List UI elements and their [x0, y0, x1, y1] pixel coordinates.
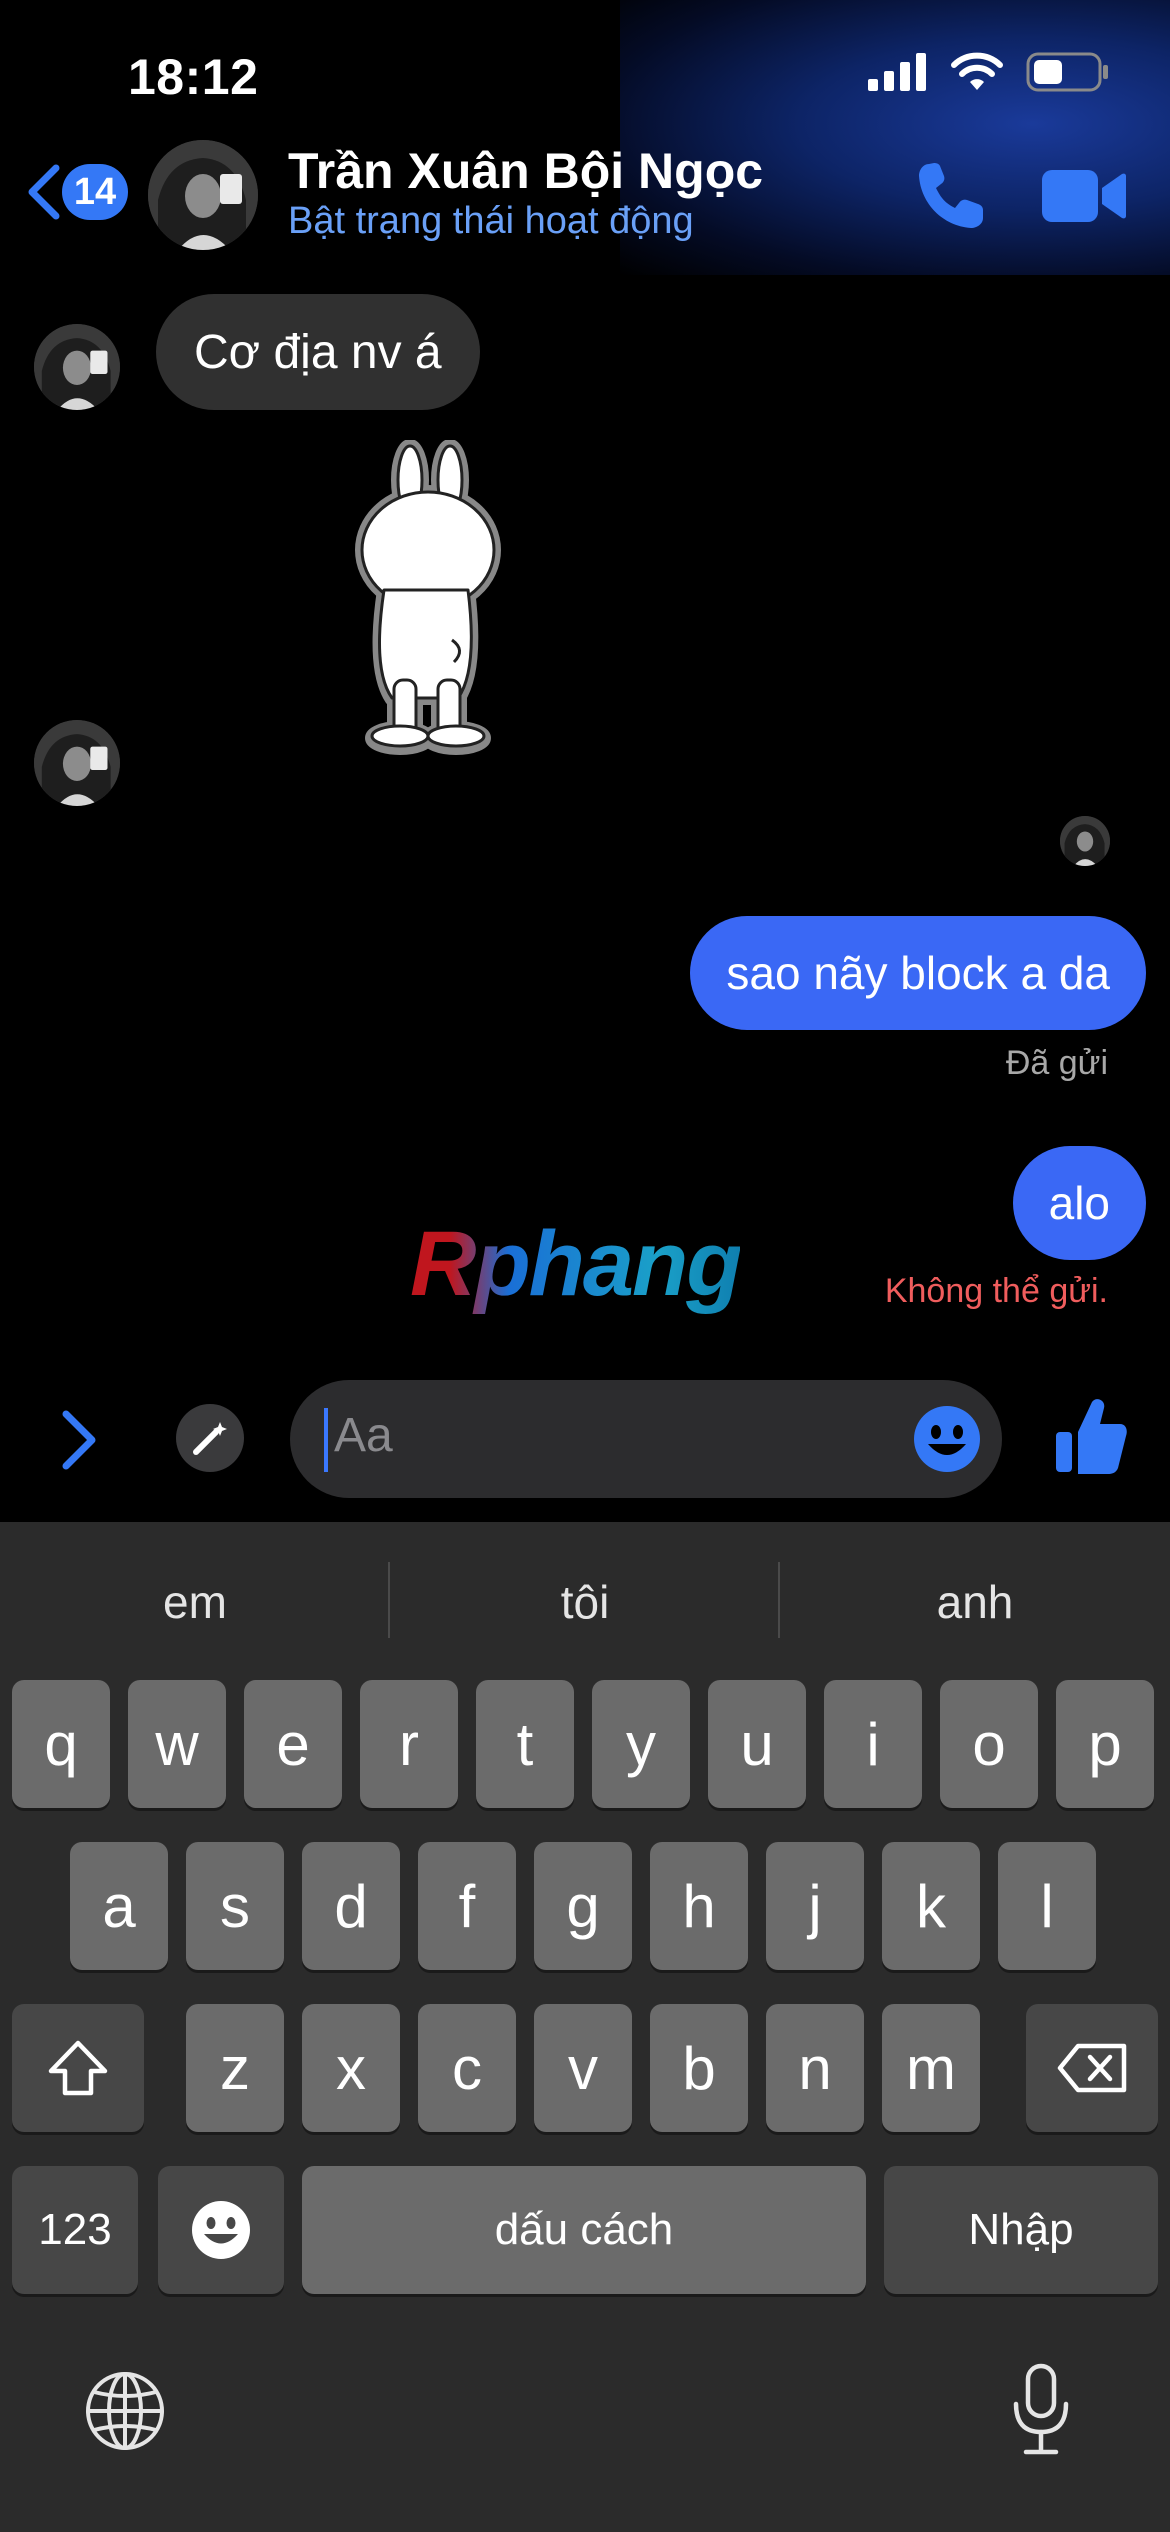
key-m[interactable]: m — [882, 2004, 980, 2132]
outgoing-message-text: alo — [1048, 1177, 1110, 1229]
text-caret — [324, 1408, 328, 1472]
contact-avatar[interactable] — [148, 140, 258, 250]
globe-icon[interactable] — [84, 2370, 166, 2452]
rabbit-sticker[interactable] — [340, 440, 510, 760]
key-s[interactable]: s — [186, 1842, 284, 1970]
battery-icon — [1026, 52, 1108, 92]
outgoing-message-text: sao nãy block a da — [726, 947, 1110, 999]
key-l[interactable]: l — [998, 1842, 1096, 1970]
numbers-key[interactable]: 123 — [12, 2166, 138, 2294]
video-call-icon[interactable] — [1040, 166, 1126, 226]
key-k[interactable]: k — [882, 1842, 980, 1970]
microphone-icon[interactable] — [1010, 2362, 1072, 2458]
key-v[interactable]: v — [534, 2004, 632, 2132]
emoji-keyboard-key[interactable] — [158, 2166, 284, 2294]
message-input[interactable] — [290, 1380, 1002, 1498]
key-g[interactable]: g — [534, 1842, 632, 1970]
shift-key[interactable] — [12, 2004, 144, 2132]
expand-chevron-icon[interactable] — [56, 1408, 100, 1472]
seen-receipt-avatar — [1060, 816, 1110, 866]
key-x[interactable]: x — [302, 2004, 400, 2132]
key-c[interactable]: c — [418, 2004, 516, 2132]
key-t[interactable]: t — [476, 1680, 574, 1808]
key-d[interactable]: d — [302, 1842, 400, 1970]
message-input-placeholder: Aa — [334, 1409, 393, 1462]
key-h[interactable]: h — [650, 1842, 748, 1970]
key-j[interactable]: j — [766, 1842, 864, 1970]
key-o[interactable]: o — [940, 1680, 1038, 1808]
active-status-link[interactable]: Bật trạng thái hoạt động — [288, 200, 694, 243]
header-glow — [620, 0, 1170, 275]
status-icons — [868, 52, 1110, 92]
sender-avatar[interactable] — [34, 720, 120, 806]
magic-edit-button[interactable] — [176, 1404, 244, 1472]
back-chevron-icon[interactable] — [24, 162, 64, 222]
key-z[interactable]: z — [186, 2004, 284, 2132]
status-time: 18:12 — [128, 49, 259, 105]
key-q[interactable]: q — [12, 1680, 110, 1808]
suggestion-1[interactable]: em — [0, 1532, 390, 1672]
key-r[interactable]: r — [360, 1680, 458, 1808]
wifi-icon — [951, 52, 1003, 90]
outgoing-message-bubble[interactable]: sao nãy block a da — [690, 916, 1146, 1030]
suggestion-2[interactable]: tôi — [390, 1532, 780, 1672]
return-key[interactable]: Nhập — [884, 2166, 1158, 2294]
backspace-icon — [1057, 2043, 1127, 2093]
cellular-signal-icon — [868, 53, 926, 91]
contact-name[interactable]: Trần Xuân Bội Ngọc — [288, 142, 763, 200]
key-w[interactable]: w — [128, 1680, 226, 1808]
space-key[interactable]: dấu cách — [302, 2166, 866, 2294]
incoming-message-bubble[interactable]: Cơ địa nv á — [156, 294, 480, 410]
unread-count-badge[interactable]: 14 — [62, 164, 128, 220]
watermark-logo: Rphang — [410, 1213, 742, 1315]
sender-avatar[interactable] — [34, 324, 120, 410]
delete-key[interactable] — [1026, 2004, 1158, 2132]
thumbs-up-icon[interactable] — [1054, 1396, 1128, 1476]
key-e[interactable]: e — [244, 1680, 342, 1808]
key-a[interactable]: a — [70, 1842, 168, 1970]
magic-wand-icon — [193, 1422, 227, 1455]
emoji-face-icon — [192, 2201, 250, 2259]
message-failed-status[interactable]: Không thể gửi. — [885, 1272, 1108, 1311]
suggestion-3[interactable]: anh — [780, 1532, 1170, 1672]
message-sent-status: Đã gửi — [1005, 1044, 1108, 1082]
key-y[interactable]: y — [592, 1680, 690, 1808]
incoming-message-text: Cơ địa nv á — [194, 325, 442, 379]
phone-call-icon[interactable] — [915, 160, 985, 232]
key-f[interactable]: f — [418, 1842, 516, 1970]
key-p[interactable]: p — [1056, 1680, 1154, 1808]
key-n[interactable]: n — [766, 2004, 864, 2132]
key-b[interactable]: b — [650, 2004, 748, 2132]
outgoing-message-bubble[interactable]: alo — [1012, 1146, 1146, 1260]
shift-arrow-icon — [48, 2040, 108, 2096]
key-i[interactable]: i — [824, 1680, 922, 1808]
key-u[interactable]: u — [708, 1680, 806, 1808]
emoji-icon[interactable] — [912, 1404, 982, 1474]
